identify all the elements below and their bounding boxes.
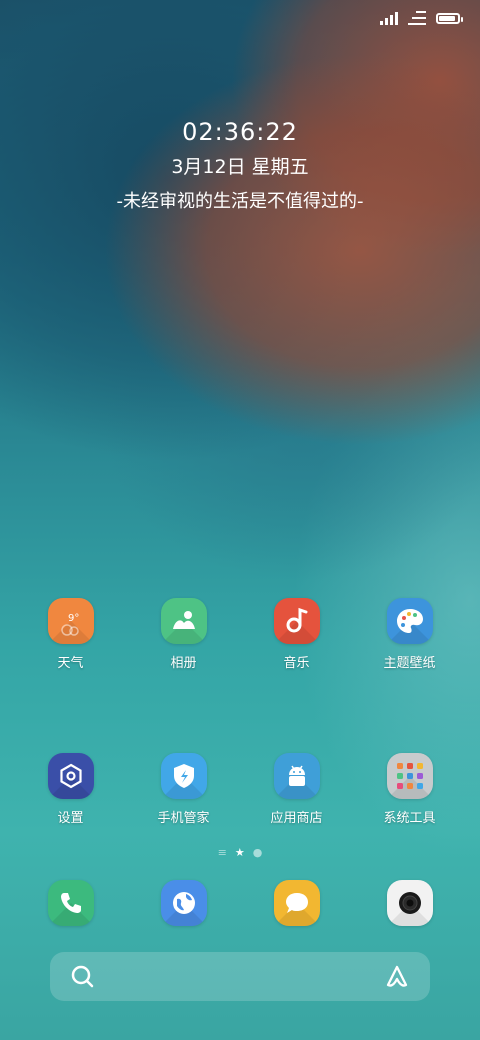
page-indicator[interactable]: ≡ ★ ● <box>0 846 480 859</box>
search-icon[interactable] <box>70 964 96 994</box>
dock-phone[interactable] <box>21 880 121 926</box>
app-label: 系统工具 <box>383 811 436 826</box>
page-dot-feed[interactable]: ≡ <box>218 846 227 859</box>
app-music[interactable]: 音乐 <box>247 598 347 671</box>
settings-icon <box>47 753 94 799</box>
app-label: 相册 <box>170 656 197 671</box>
message-icon <box>273 880 320 926</box>
page-dot[interactable]: ● <box>253 846 263 859</box>
app-grid: 9° 天气 相册 音乐 主题壁纸 设置 手机管家 应用商店 系统工具 <box>0 598 480 826</box>
clock-date: 3月12日 星期五 <box>171 156 309 178</box>
gallery-icon <box>160 598 207 644</box>
weather-icon: 9° <box>47 598 94 644</box>
assistant-icon[interactable] <box>384 964 410 994</box>
search-bar[interactable] <box>50 952 430 1001</box>
app-phone-manager[interactable]: 手机管家 <box>134 753 234 826</box>
music-icon <box>273 598 320 644</box>
app-settings[interactable]: 设置 <box>21 753 121 826</box>
battery-icon <box>436 12 463 24</box>
page-dot-home[interactable]: ★ <box>235 846 245 859</box>
security-icon <box>160 753 207 799</box>
battery-fill <box>439 15 456 21</box>
browser-icon <box>160 880 207 926</box>
dock-camera[interactable] <box>360 880 460 926</box>
app-gallery[interactable]: 相册 <box>134 598 234 671</box>
signal-icon <box>380 11 398 25</box>
status-bar <box>380 8 463 28</box>
dock-browser[interactable] <box>134 880 234 926</box>
app-weather[interactable]: 9° 天气 <box>21 598 121 671</box>
camera-icon <box>386 880 433 926</box>
app-label: 音乐 <box>283 656 310 671</box>
clock-widget[interactable]: 02:36:22 3月12日 星期五 -未经审视的生活是不值得过的- <box>0 118 480 213</box>
app-store[interactable]: 应用商店 <box>247 753 347 826</box>
app-label: 设置 <box>57 811 84 826</box>
weather-badge: 9° <box>68 613 79 624</box>
app-themes[interactable]: 主题壁纸 <box>360 598 460 671</box>
theme-icon <box>386 598 433 644</box>
app-label: 应用商店 <box>270 811 323 826</box>
clock-time: 02:36:22 <box>182 118 298 146</box>
folder-icon <box>386 753 433 799</box>
app-label: 天气 <box>57 656 84 671</box>
android-icon <box>273 753 320 799</box>
dock-messages[interactable] <box>247 880 347 926</box>
phone-icon <box>47 880 94 926</box>
app-label: 手机管家 <box>157 811 210 826</box>
daily-motto: -未经审视的生活是不值得过的- <box>116 191 364 212</box>
data-icon <box>408 11 426 25</box>
dock <box>0 880 480 926</box>
app-label: 主题壁纸 <box>383 656 436 671</box>
app-folder-system-tools[interactable]: 系统工具 <box>360 753 460 826</box>
